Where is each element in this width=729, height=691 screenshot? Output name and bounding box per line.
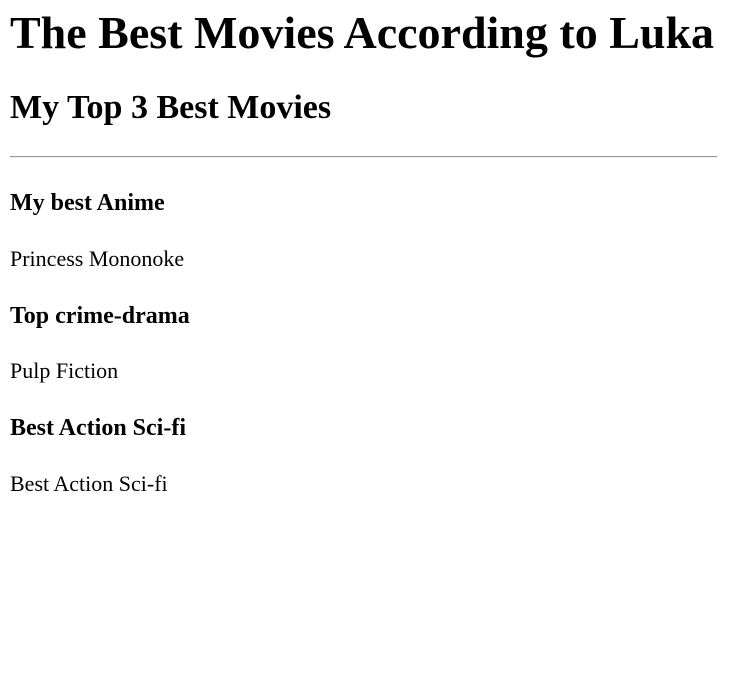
divider — [10, 156, 717, 158]
page-subtitle: My Top 3 Best Movies — [10, 89, 332, 126]
movie-title: Best Action Sci-fi — [10, 471, 168, 496]
page: The Best Movies According to Luka My Top… — [0, 0, 729, 691]
section-heading: Best Action Sci-fi — [10, 415, 186, 441]
page-title: The Best Movies According to Luka — [10, 7, 715, 58]
section-heading: My best Anime — [10, 190, 165, 216]
movie-section-crime-drama: Top crime-drama Pulp Fiction — [10, 301, 719, 385]
movie-section-action-scifi: Best Action Sci-fi Best Action Sci-fi — [10, 413, 719, 498]
movie-section-anime: My best Anime Princess Mononoke — [10, 188, 719, 273]
movie-title: Princess Mononoke — [10, 246, 185, 271]
section-heading: Top crime-drama — [10, 303, 190, 329]
movie-title: Pulp Fiction — [10, 358, 119, 383]
